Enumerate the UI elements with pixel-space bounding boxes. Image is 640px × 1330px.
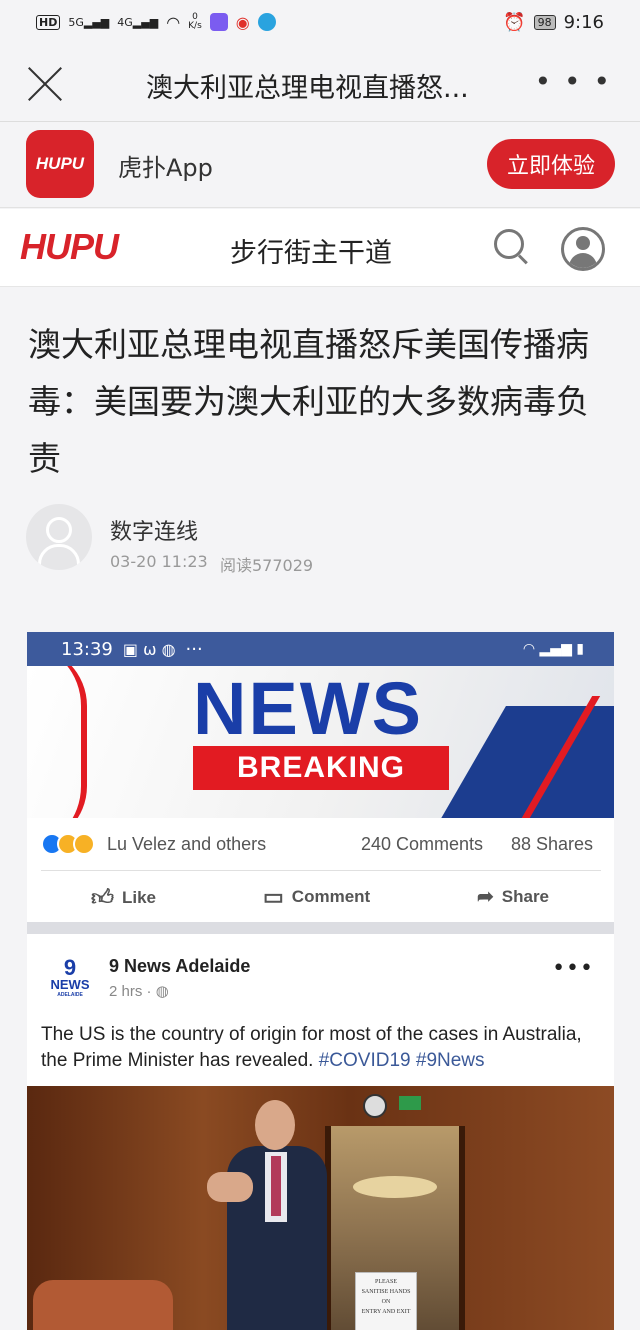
- nine-news-logo: 9 NEWS ADELAIDE: [50, 955, 90, 999]
- wow-reaction-icon: [73, 833, 95, 855]
- share-arrow-icon: ➦: [477, 886, 494, 908]
- app-download-banner: HUPU 虎扑App 立即体验: [0, 122, 640, 208]
- section-gap: [27, 922, 614, 934]
- prime-minister-photo: PLEASE SANITISE HANDS ON ENTRY AND EXIT: [27, 1086, 614, 1330]
- user-icon[interactable]: [561, 227, 605, 271]
- post-actions-row: 👍︎ Like ▭ Comment ➦ Share: [27, 870, 614, 922]
- embedded-app-icons: ▣ ω ◍: [122, 639, 176, 659]
- page-title: 澳大利亚总理电视直播怒...: [146, 73, 469, 104]
- close-icon[interactable]: [26, 64, 64, 102]
- post-more-icon: •••: [552, 956, 594, 981]
- page-name: 9 News Adelaide: [109, 956, 251, 976]
- video-app-icon: [209, 13, 228, 31]
- reaction-names: Lu Velez and others: [107, 833, 267, 854]
- breaking-news-banner: NEWS BREAKING: [27, 666, 614, 818]
- status-left: HD 5G▂▄▆ 4G▂▄▆ ◠ 0 K/s ◉: [36, 13, 276, 32]
- telegram-icon: [257, 13, 276, 31]
- globe-icon: ◍: [155, 983, 169, 1000]
- embedded-signal-icons: ◠ ▂▄▆ ▮: [522, 641, 584, 657]
- embedded-status-bar: 13:39 ▣ ω ◍ ··· ◠ ▂▄▆ ▮: [27, 632, 614, 666]
- app-name: 虎扑App: [118, 154, 213, 182]
- article-title: 澳大利亚总理电视直播怒斥美国传播病毒：美国要为澳大利亚的大多数病毒负责: [28, 325, 589, 478]
- exit-sign-icon: [399, 1096, 421, 1110]
- battery-icon: 98: [533, 14, 556, 30]
- section-title[interactable]: 步行街主干道: [230, 231, 392, 270]
- reaction-icons: [41, 833, 95, 855]
- share-action: ➦ Share: [477, 886, 550, 908]
- fb-post-text: The US is the country of origin for most…: [41, 1024, 582, 1071]
- breaking-label: BREAKING: [193, 746, 449, 790]
- 4g-signal-icon: 4G▂▄▆: [117, 15, 159, 29]
- comment-action: ▭ Comment: [263, 884, 371, 909]
- fb-post-header: 9 NEWS ADELAIDE 9 News Adelaide 2 hrs · …: [27, 934, 614, 1014]
- wall-clock-icon: [363, 1094, 387, 1118]
- net-speed: 0 K/s: [188, 12, 202, 31]
- author-avatar[interactable]: [26, 504, 92, 570]
- search-icon[interactable]: [494, 229, 530, 265]
- post-time: 03-20 11:23: [110, 552, 208, 571]
- thumbs-up-icon: 👍︎: [91, 885, 114, 910]
- site-header: HUPU 步行街主干道: [0, 209, 640, 287]
- reactions-row: Lu Velez and others 240 Comments 88 Shar…: [27, 818, 614, 870]
- alarm-icon: ⏰: [503, 11, 526, 33]
- post-hashtags: #COVID19 #9News: [318, 1050, 485, 1071]
- share-count: 88 Shares: [511, 833, 594, 854]
- speech-bubble-icon: ▭: [263, 884, 284, 909]
- post-age: 2 hrs · ◍: [109, 983, 169, 1000]
- read-count: 阅读577029: [220, 556, 314, 575]
- like-action: 👍︎ Like: [91, 885, 157, 910]
- news-word: NEWS: [193, 667, 423, 750]
- article-image[interactable]: 13:39 ▣ ω ◍ ··· ◠ ▂▄▆ ▮ NEWS BREAKING Lu…: [27, 632, 614, 1330]
- hupu-app-logo: HUPU: [26, 130, 94, 198]
- more-menu-icon[interactable]: • • •: [535, 68, 612, 96]
- status-right: ⏰ 98 9:16: [503, 12, 604, 33]
- clock-time: 9:16: [563, 11, 604, 33]
- try-now-button[interactable]: 立即体验: [487, 139, 615, 189]
- status-bar: HD 5G▂▄▆ 4G▂▄▆ ◠ 0 K/s ◉ ⏰ 98 9:16: [0, 0, 640, 44]
- article: 澳大利亚总理电视直播怒斥美国传播病毒：美国要为澳大利亚的大多数病毒负责 数字连线…: [0, 288, 640, 1330]
- hd-badge: HD: [36, 14, 61, 30]
- browser-title-bar: 澳大利亚总理电视直播怒... • • •: [0, 44, 640, 122]
- hupu-logo[interactable]: HUPU: [20, 226, 119, 268]
- comment-count: 240 Comments: [361, 833, 484, 854]
- embedded-time: 13:39: [61, 638, 113, 660]
- weibo-icon: ◉: [235, 12, 250, 32]
- sanitise-sign: PLEASE SANITISE HANDS ON ENTRY AND EXIT: [355, 1272, 417, 1330]
- 5g-signal-icon: 5G▂▄▆: [68, 15, 110, 29]
- wifi-icon: ◠: [166, 12, 181, 32]
- author-name[interactable]: 数字连线: [110, 514, 198, 546]
- embedded-more-dots: ···: [185, 638, 203, 660]
